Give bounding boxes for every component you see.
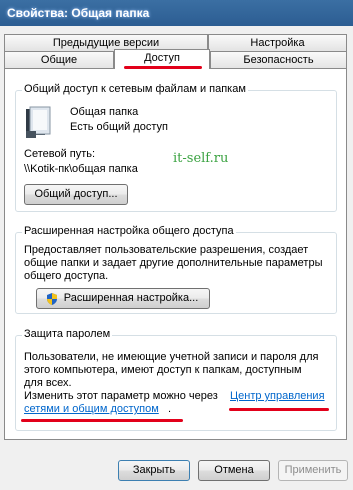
network-sharing-legend: Общий доступ к сетевым файлам и папкам (22, 83, 248, 95)
change-setting-text: Изменить этот параметр можно через (24, 390, 218, 402)
uac-shield-icon (45, 292, 59, 306)
advanced-sharing-group: Расширенная настройка общего доступа Пре… (15, 225, 337, 314)
link-underline-annotation-1 (229, 408, 329, 411)
link-underline-annotation-2 (21, 419, 183, 422)
password-desc-line-2: этого компьютера, имеют доступ к папкам,… (24, 364, 302, 376)
advanced-sharing-legend: Расширенная настройка общего доступа (22, 225, 236, 237)
network-path-label: Сетевой путь: (24, 148, 96, 160)
password-desc-line-1: Пользователи, не имеющие учетной записи … (24, 351, 319, 363)
apply-button[interactable]: Применить (278, 460, 348, 481)
advanced-sharing-desc-line-2: общие папки и задает другие дополнительн… (24, 257, 323, 269)
title-bar[interactable]: Свойства: Общая папка (0, 0, 353, 26)
network-center-link-line-2[interactable]: сетями и общим доступом (24, 403, 159, 416)
tab-underline-annotation (124, 66, 202, 69)
password-protection-group: Защита паролем Пользователи, не имеющие … (15, 328, 337, 431)
watermark-text: it-self.ru (173, 151, 229, 166)
tab-page-sharing: Общий доступ к сетевым файлам и папкам О… (4, 68, 347, 440)
close-button[interactable]: Закрыть (118, 460, 190, 481)
advanced-sharing-desc-line-1: Предоставляет пользовательские разрешени… (24, 244, 309, 256)
sharing-status: Есть общий доступ (70, 121, 169, 133)
advanced-sharing-desc-line-3: общего доступа. (24, 270, 109, 282)
password-protection-legend: Защита паролем (22, 328, 113, 340)
window-title: Свойства: Общая папка (7, 6, 150, 20)
network-path-value: \\Kotik-пк\общая папка (24, 163, 138, 175)
tab-general[interactable]: Общие (4, 51, 114, 69)
cancel-button[interactable]: Отмена (198, 460, 270, 481)
shared-folder-icon (24, 105, 54, 139)
folder-name: Общая папка (70, 106, 139, 118)
password-desc-line-3: для всех. (24, 377, 72, 389)
advanced-sharing-button[interactable]: Расширенная настройка... (36, 288, 210, 309)
network-center-link-line-1[interactable]: Центр управления (230, 390, 325, 403)
advanced-sharing-button-label: Расширенная настройка... (63, 292, 199, 304)
share-button[interactable]: Общий доступ... (24, 184, 128, 205)
dialog-window: Предыдущие версии Настройка Общие Доступ… (0, 26, 353, 490)
tab-customize[interactable]: Настройка (208, 34, 347, 51)
tab-security[interactable]: Безопасность (210, 51, 347, 69)
link-period: . (168, 403, 172, 415)
